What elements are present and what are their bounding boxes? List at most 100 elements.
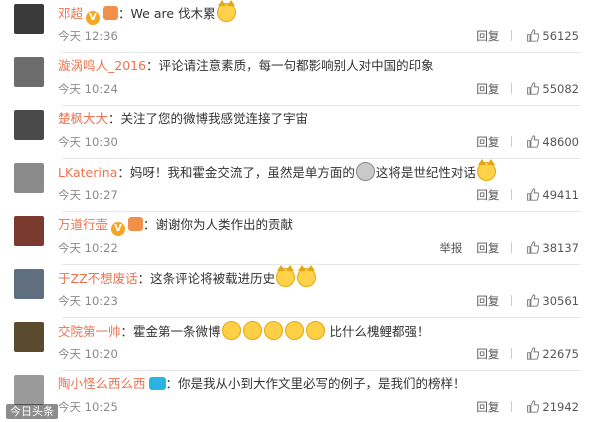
avatar[interactable] xyxy=(14,375,44,405)
like-button[interactable]: 38137 xyxy=(526,240,579,256)
cry-emoji-icon xyxy=(221,321,241,340)
reply-button[interactable]: 回复 xyxy=(476,28,499,44)
avatar[interactable] xyxy=(14,163,44,193)
thumbs-up-icon xyxy=(526,187,542,203)
reply-button[interactable]: 回复 xyxy=(476,399,499,415)
comment-item: 陶小怪么西么西 ：你是我从小到大作文里必写的例子，是我们的榜样！ 今天 10:25 回… xyxy=(0,371,591,422)
username-link[interactable]: 邓超 xyxy=(58,6,83,21)
like-button[interactable]: 21942 xyxy=(526,399,579,415)
comment-item: 于ZZ不想废话：这条评论将被载进历史 今天 10:23 回复 30561 xyxy=(0,265,591,318)
comment-text-continued: 这将是世纪性对话 xyxy=(375,165,476,180)
comment-time: 今天 10:22 xyxy=(58,241,118,255)
username-link[interactable]: 万道行壶 xyxy=(58,217,108,232)
colon-separator: ： xyxy=(146,58,159,73)
reply-button[interactable]: 回复 xyxy=(476,346,499,362)
thumbs-up-icon xyxy=(526,81,542,97)
like-count: 30561 xyxy=(542,294,579,308)
username-link[interactable]: 于ZZ不想废话 xyxy=(58,271,138,286)
avatar[interactable] xyxy=(14,322,44,352)
like-button[interactable]: 55082 xyxy=(526,81,579,97)
comment-line: 楚枫大大：关注了您的微博我感觉连接了宇宙 xyxy=(58,109,581,129)
comment-time: 今天 10:30 xyxy=(58,135,118,149)
like-button[interactable]: 56125 xyxy=(526,28,579,44)
comment-text: 关注了您的微博我感觉连接了宇宙 xyxy=(120,111,309,126)
action-divider xyxy=(511,242,513,253)
comment-line: 陶小怪么西么西 ：你是我从小到大作文里必写的例子，是我们的榜样！ xyxy=(58,374,581,394)
comment-text-continued: 比什么槐鲤都强！ xyxy=(325,324,430,339)
like-button[interactable]: 49411 xyxy=(526,187,579,203)
username-link[interactable]: 交院第一帅 xyxy=(58,324,121,339)
reply-button[interactable]: 回复 xyxy=(476,81,499,97)
avatar[interactable] xyxy=(14,4,44,34)
comment-line: LKaterina：妈呀！我和霍金交流了，虽然是单方面的 这将是世纪性对话 xyxy=(58,159,581,182)
cry-emoji-icon xyxy=(284,321,304,340)
action-divider xyxy=(511,189,513,200)
avatar[interactable] xyxy=(14,57,44,87)
comment-time: 今天 12:36 xyxy=(58,29,118,43)
comment-line: 邓超 V ：We are 伐木累 xyxy=(58,0,581,25)
username-link[interactable]: LKaterina xyxy=(58,165,117,180)
comment-text: 霍金第一条微博 xyxy=(133,324,221,339)
like-button[interactable]: 30561 xyxy=(526,293,579,309)
colon-separator: ： xyxy=(143,217,156,232)
comment-actions: 回复 22675 xyxy=(462,346,579,362)
reply-button[interactable]: 回复 xyxy=(476,134,499,150)
like-count: 48600 xyxy=(542,135,579,149)
medal-icon xyxy=(128,217,144,231)
reply-button[interactable]: 回复 xyxy=(476,187,499,203)
like-count: 21942 xyxy=(542,400,579,414)
cat-emoji-icon xyxy=(476,159,496,181)
verified-v-icon: V xyxy=(86,11,101,25)
action-divider xyxy=(511,348,513,359)
comment-text: 谢谢你为人类作出的贡献 xyxy=(155,217,294,232)
report-button[interactable]: 举报 xyxy=(439,240,462,256)
like-count: 55082 xyxy=(542,82,579,96)
sad-emoji-icon xyxy=(355,162,375,181)
username-link[interactable]: 陶小怪么西么西 xyxy=(58,376,146,391)
action-divider xyxy=(511,30,513,41)
comment-list: 邓超 V ：We are 伐木累 今天 12:36 回复 56125 漩涡鸣人_2016：评… xyxy=(0,0,591,422)
cat-emoji-icon xyxy=(276,265,296,287)
cry-emoji-icon xyxy=(242,321,262,340)
comment-actions: 回复 55082 xyxy=(462,81,579,97)
comment-actions: 回复 30561 xyxy=(462,293,579,309)
comment-line: 漩涡鸣人_2016：评论请注意素质，每一句都影响别人对中国的印象 xyxy=(58,56,581,76)
like-button[interactable]: 48600 xyxy=(526,134,579,150)
username-link[interactable]: 漩涡鸣人_2016 xyxy=(58,58,146,73)
thumbs-up-icon xyxy=(526,28,542,44)
colon-separator: ： xyxy=(120,324,134,339)
colon-separator: ： xyxy=(117,165,130,180)
like-count: 38137 xyxy=(542,241,579,255)
thumbs-up-icon xyxy=(526,240,542,256)
comment-actions: 回复 56125 xyxy=(462,28,579,44)
action-divider xyxy=(511,401,513,412)
medal-icon xyxy=(103,6,119,20)
comment-actions: 回复 48600 xyxy=(462,134,579,150)
comment-item: 漩涡鸣人_2016：评论请注意素质，每一句都影响别人对中国的印象 今天 10:24… xyxy=(0,53,591,106)
like-button[interactable]: 22675 xyxy=(526,346,579,362)
comment-text: 妈呀！我和霍金交流了，虽然是单方面的 xyxy=(129,165,355,180)
reply-button[interactable]: 回复 xyxy=(476,240,499,256)
comment-item: 楚枫大大：关注了您的微博我感觉连接了宇宙今天 10:30 回复 48600 xyxy=(0,106,591,159)
avatar[interactable] xyxy=(14,216,44,246)
colon-separator: ： xyxy=(137,271,151,286)
comment-text: 评论请注意素质，每一句都影响别人对中国的印象 xyxy=(158,58,434,73)
cat-emoji-icon xyxy=(216,0,236,22)
comment-actions: 回复 49411 xyxy=(462,187,579,203)
thumbs-up-icon xyxy=(526,399,542,415)
like-count: 56125 xyxy=(542,29,579,43)
comment-text: We are 伐木累 xyxy=(130,6,216,21)
cry-emoji-icon xyxy=(263,321,283,340)
comment-actions: 举报 回复 38137 xyxy=(425,240,579,256)
cry-emoji-icon xyxy=(305,321,325,340)
username-link[interactable]: 楚枫大大 xyxy=(58,111,108,126)
comment-item: 交院第一帅：霍金第一条微博 比什么槐鲤都强！ 今天 10:20 回复 22675 xyxy=(0,318,591,371)
comment-actions: 回复 21942 xyxy=(462,399,579,415)
avatar[interactable] xyxy=(14,269,44,299)
like-count: 22675 xyxy=(542,347,579,361)
cat-emoji-icon xyxy=(297,265,317,287)
avatar[interactable] xyxy=(14,110,44,140)
like-count: 49411 xyxy=(542,188,579,202)
colon-separator: ： xyxy=(165,376,179,391)
reply-button[interactable]: 回复 xyxy=(476,293,499,309)
